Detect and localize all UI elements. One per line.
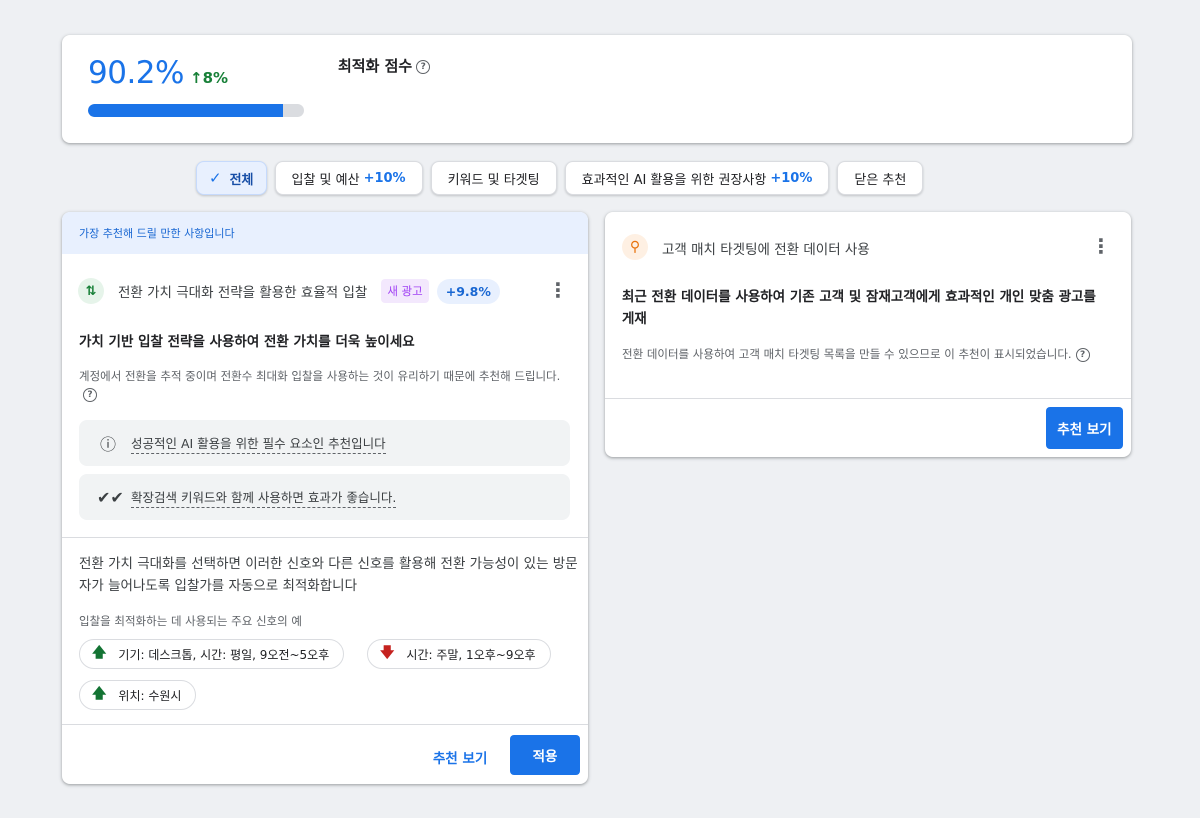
new-ad-badge: 새 광고 <box>381 279 429 303</box>
score-progress-bar <box>88 104 304 117</box>
filter-chip-pct: +10% <box>770 170 813 186</box>
more-options-icon[interactable]: ⋮ <box>1091 234 1111 258</box>
view-recommendation-button[interactable]: 추천 보기 <box>1046 407 1123 449</box>
ai-essential-icon: ⓘ <box>99 435 116 454</box>
filter-chip-label: 효과적인 AI 활용을 위한 권장사항 <box>581 172 767 188</box>
score-title-label: 최적화 점수 <box>338 57 413 75</box>
divider <box>62 724 588 725</box>
filter-chip-bar: ✓ 전체 입찰 및 예산 +10% 키워드 및 타겟팅 효과적인 AI 활용을 … <box>196 161 924 195</box>
help-circle-icon[interactable]: ? <box>83 387 97 402</box>
score-value: 90.2% <box>88 55 184 91</box>
recommendation-description-text: 계정에서 전환을 추적 중이며 전환수 최대화 입찰을 사용하는 것이 유리하기… <box>79 369 561 383</box>
signal-text: 위치: 수원시 <box>118 688 182 703</box>
info-box-text: 성공적인 AI 활용을 위한 필수 요소인 추천입니다 <box>131 433 386 454</box>
recommendation-description: 계정에서 전환을 추적 중이며 전환수 최대화 입찰을 사용하는 것이 유리하기… <box>79 367 574 403</box>
score-progress-fill <box>88 104 283 117</box>
signals-label: 입찰을 최적화하는 데 사용되는 주요 신호의 예 <box>79 614 302 628</box>
filter-chip-label: 닫은 추천 <box>854 172 907 188</box>
filter-chip-label: 전체 <box>229 172 254 188</box>
divider <box>62 537 588 538</box>
signal-text: 기기: 데스크톱, 시간: 평일, 9오전~5오후 <box>118 647 330 662</box>
recommendation-description: 전환 데이터를 사용하여 고객 매치 타겟팅 목록을 만들 수 있으므로 이 추… <box>622 345 1117 363</box>
filter-chip-pct: +10% <box>363 170 406 186</box>
info-box-text: 확장검색 키워드와 함께 사용하면 효과가 좋습니다. <box>131 487 397 508</box>
view-recommendation-button[interactable]: 추천 보기 <box>433 747 487 767</box>
recommendation-card-value-bidding: 가장 추천해 드릴 만한 사항입니다 ⇅ 전환 가치 극대화 전략을 활용한 효… <box>62 212 588 784</box>
help-circle-icon[interactable]: ? <box>1075 347 1090 362</box>
recommendation-title-row: ⇅ 전환 가치 극대화 전략을 활용한 효율적 입찰 새 광고 +9.8% <box>78 276 578 306</box>
recommendation-body: 전환 가치 극대화를 선택하면 이러한 신호와 다른 신호를 활용해 전환 가능… <box>79 556 578 594</box>
info-box-ai-essential[interactable]: ⓘ 성공적인 AI 활용을 위한 필수 요소인 추천입니다 <box>79 420 570 466</box>
check-icon: ✓ <box>209 169 222 187</box>
recommendation-title: 고객 매치 타겟팅에 전환 데이터 사용 <box>662 242 870 258</box>
score-change: ↑8% <box>190 69 229 87</box>
filter-chip-dismissed[interactable]: 닫은 추천 <box>837 161 924 195</box>
filter-chip-ai-recommendations[interactable]: 효과적인 AI 활용을 위한 권장사항 +10% <box>564 161 830 195</box>
more-options-icon[interactable]: ⋮ <box>548 278 568 302</box>
arrow-down-icon: 🡇 <box>380 645 395 661</box>
filter-chip-bidding-budget[interactable]: 입찰 및 예산 +10% <box>274 161 423 195</box>
arrow-up-icon: 🡅 <box>92 686 107 702</box>
filter-chip-keywords-targeting[interactable]: 키워드 및 타겟팅 <box>430 161 557 195</box>
help-circle-icon[interactable]: ? <box>416 59 431 74</box>
bidding-arrows-icon: ⇅ <box>78 278 104 304</box>
recommendation-headline: 가치 기반 입찰 전략을 사용하여 전환 가치를 더욱 높이세요 <box>79 334 415 350</box>
filter-chip-label: 입찰 및 예산 <box>291 172 360 188</box>
optimization-score-card: 90.2% ↑8% 최적화 점수? <box>62 35 1132 143</box>
double-check-icon: ✔✔ <box>97 487 124 507</box>
apply-button[interactable]: 적용 <box>510 735 580 775</box>
recommendation-title: 전환 가치 극대화 전략을 활용한 효율적 입찰 <box>118 285 368 301</box>
arrow-up-icon: 🡅 <box>92 645 107 661</box>
info-box-broad-match[interactable]: ✔✔ 확장검색 키워드와 함께 사용하면 효과가 좋습니다. <box>79 474 570 520</box>
recommendation-headline: 최근 전환 데이터를 사용하여 기존 고객 및 잠재고객에게 효과적인 개인 맞… <box>622 289 1096 327</box>
signal-chip: 🡅 기기: 데스크톱, 시간: 평일, 9오전~5오후 <box>79 639 345 669</box>
search-icon: ⚲ <box>622 234 648 260</box>
signal-text: 시간: 주말, 1오후~9오후 <box>406 647 536 662</box>
score-title: 최적화 점수? <box>338 55 431 76</box>
divider <box>605 398 1131 399</box>
recommendation-card-customer-match: ⚲ 고객 매치 타겟팅에 전환 데이터 사용 ⋮ 최근 전환 데이터를 사용하여… <box>605 212 1131 457</box>
recommendation-description-text: 전환 데이터를 사용하여 고객 매치 타겟팅 목록을 만들 수 있으므로 이 추… <box>622 347 1072 361</box>
filter-chip-all[interactable]: ✓ 전체 <box>196 161 267 195</box>
filter-chip-label: 키워드 및 타겟팅 <box>447 172 540 188</box>
score-uplift-badge: +9.8% <box>436 278 500 304</box>
signal-chip: 🡇 시간: 주말, 1오후~9오후 <box>367 639 551 669</box>
top-recommendation-banner: 가장 추천해 드릴 만한 사항입니다 <box>62 212 588 254</box>
signal-chip: 🡅 위치: 수원시 <box>79 680 197 710</box>
